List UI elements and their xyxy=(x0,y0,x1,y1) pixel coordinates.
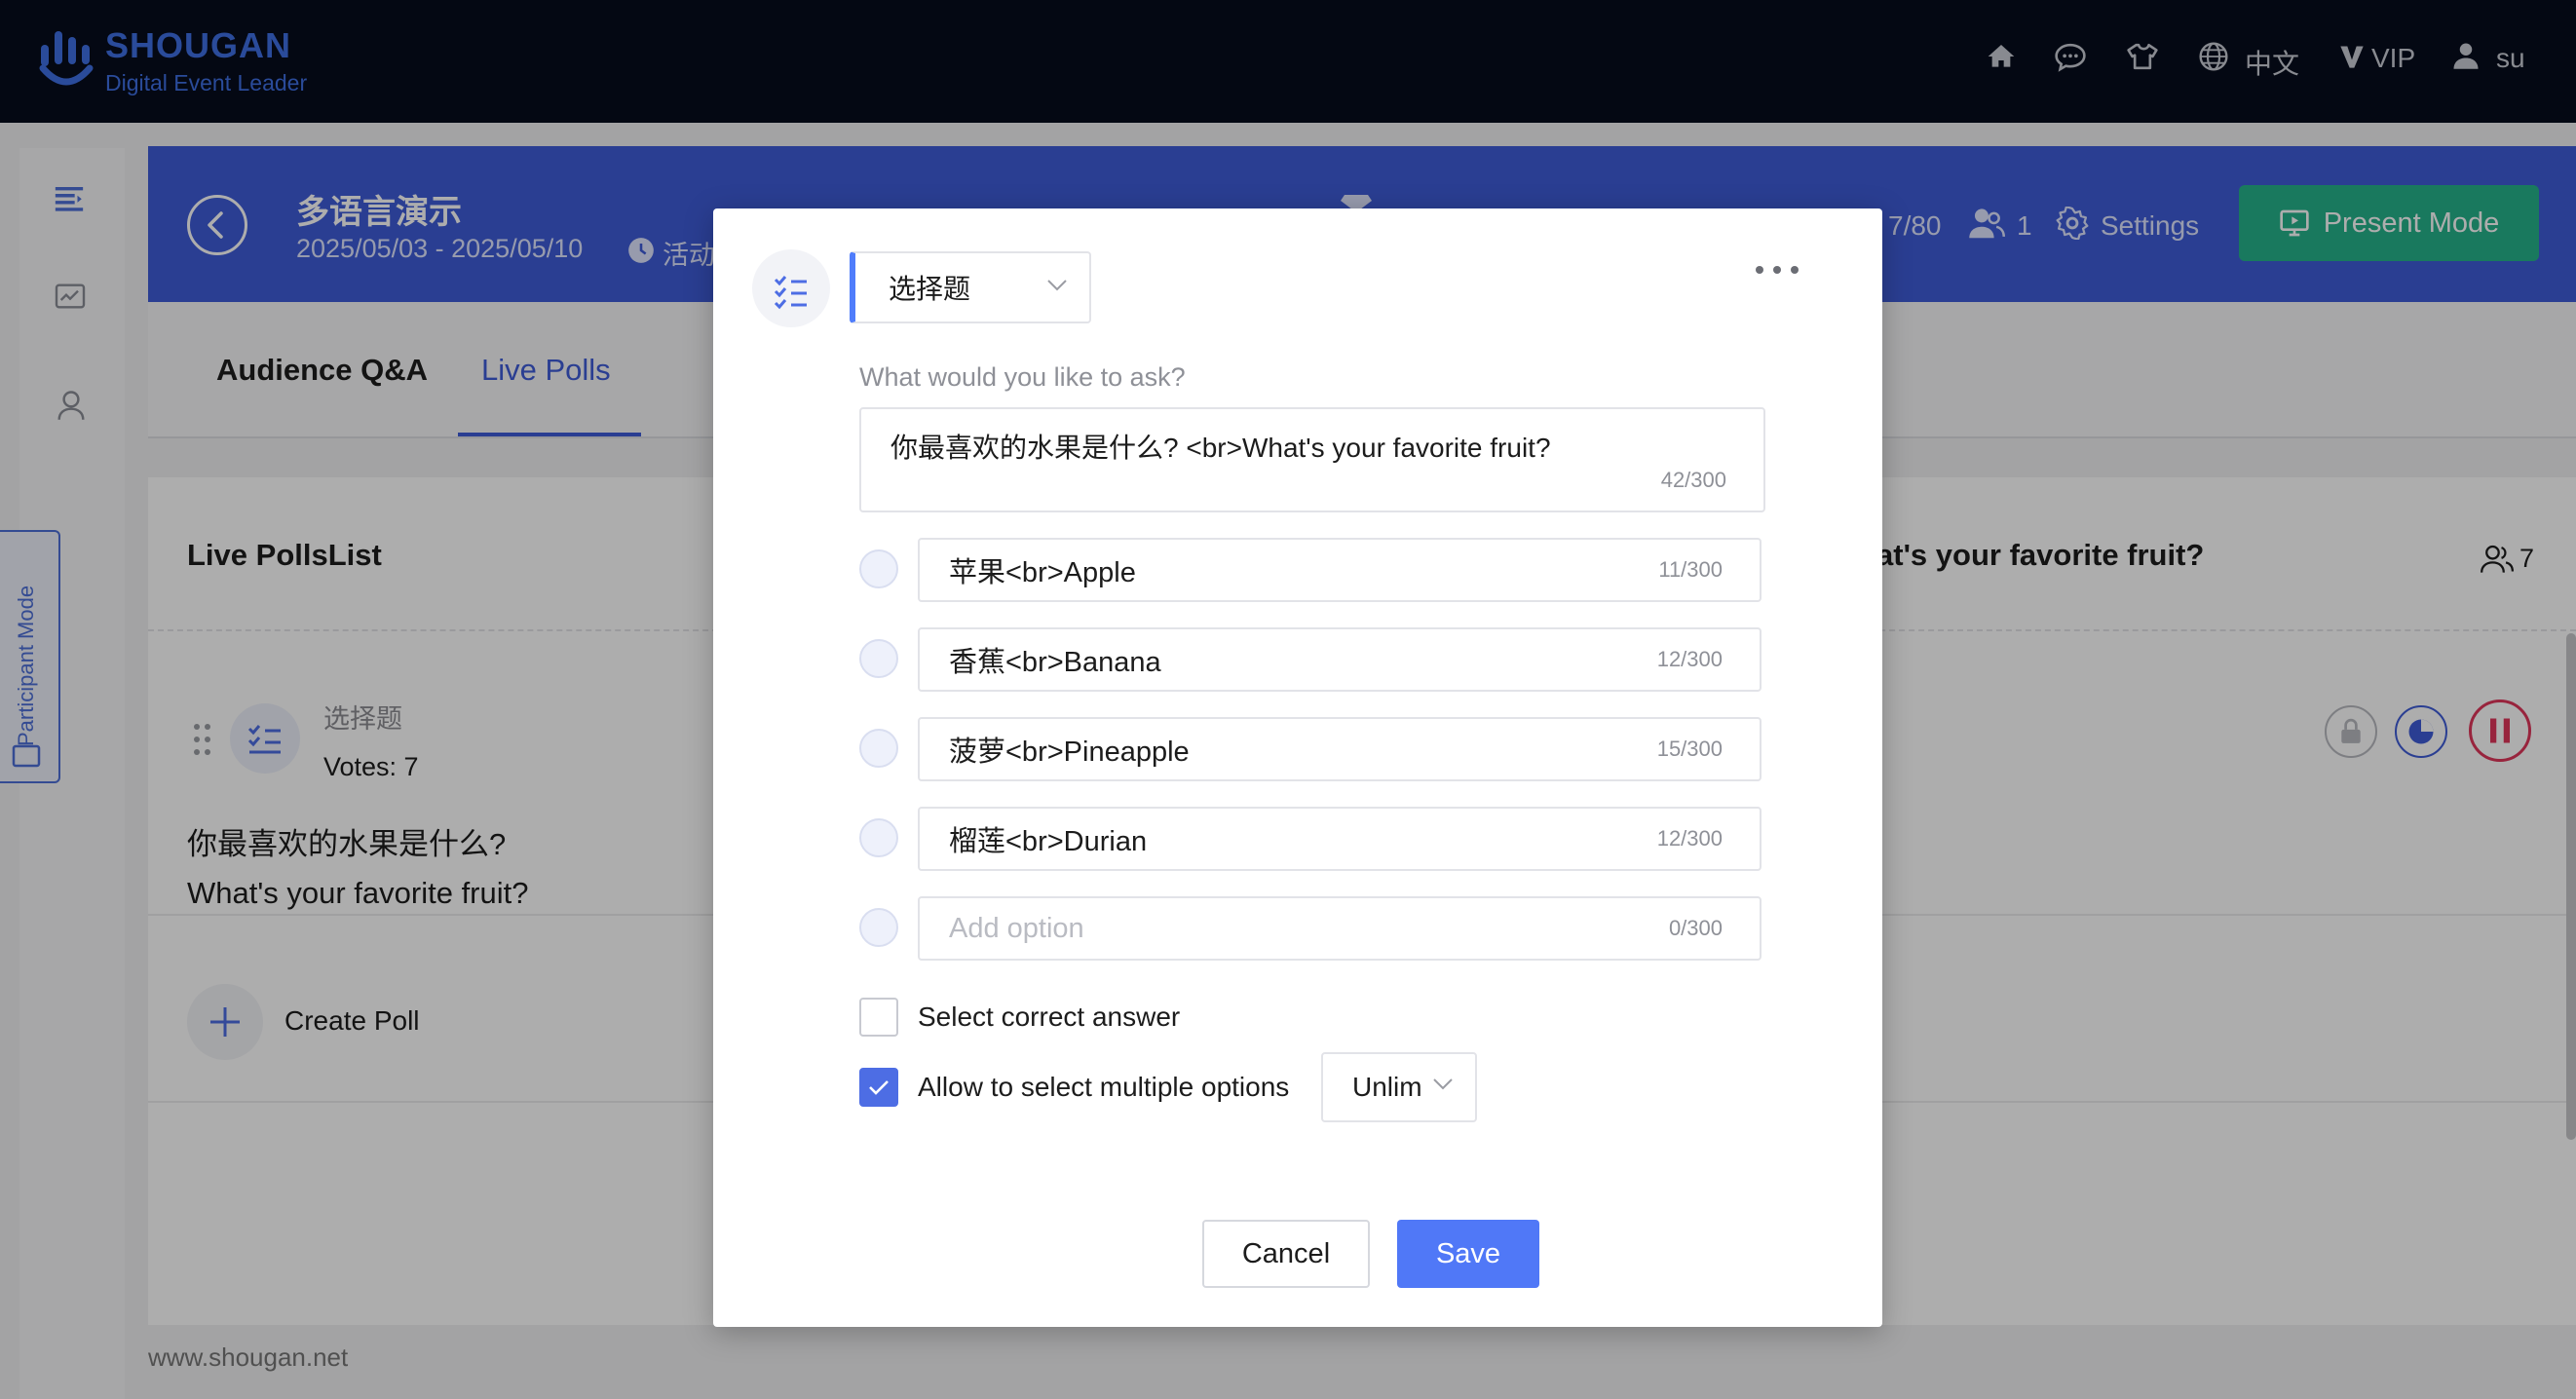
correct-answer-label[interactable]: Select correct answer xyxy=(918,1002,1180,1033)
question-char-count: 42/300 xyxy=(1660,468,1726,492)
option-radio-2[interactable] xyxy=(859,639,898,678)
option-input-1[interactable]: 苹果<br>Apple 11/300 xyxy=(918,538,1762,602)
option-char-count: 12/300 xyxy=(1656,647,1723,671)
option-radio-new[interactable] xyxy=(859,908,898,947)
option-char-count: 11/300 xyxy=(1658,557,1723,582)
option-value: 苹果<br>Apple xyxy=(949,557,1136,588)
chevron-down-icon xyxy=(1432,1078,1454,1091)
question-value: 你最喜欢的水果是什么? <br>What's your favorite fru… xyxy=(890,433,1551,463)
chevron-down-icon xyxy=(1046,279,1068,292)
option-input-4[interactable]: 榴莲<br>Durian 12/300 xyxy=(918,807,1762,871)
option-input-3[interactable]: 菠萝<br>Pineapple 15/300 xyxy=(918,717,1762,781)
question-label: What would you like to ask? xyxy=(859,362,1186,392)
option-char-count: 15/300 xyxy=(1656,737,1723,761)
option-value: 香蕉<br>Banana xyxy=(949,647,1161,678)
correct-answer-checkbox[interactable] xyxy=(859,998,898,1037)
selection-limit-value: Unlim xyxy=(1352,1072,1422,1102)
add-option-input[interactable]: Add option 0/300 xyxy=(918,896,1762,961)
cancel-button[interactable]: Cancel xyxy=(1202,1220,1370,1288)
check-icon xyxy=(869,1080,889,1095)
option-char-count: 0/300 xyxy=(1668,916,1723,940)
option-char-count: 12/300 xyxy=(1656,826,1723,851)
option-value: 榴莲<br>Durian xyxy=(949,826,1148,857)
option-radio-4[interactable] xyxy=(859,818,898,857)
poll-type-select[interactable]: 选择题 xyxy=(850,251,1091,323)
option-radio-1[interactable] xyxy=(859,549,898,588)
checklist-icon xyxy=(774,276,807,310)
multiple-options-label[interactable]: Allow to select multiple options xyxy=(918,1072,1289,1103)
poll-type-selected: 选择题 xyxy=(889,274,971,304)
multiple-options-checkbox[interactable] xyxy=(859,1068,898,1107)
add-option-placeholder: Add option xyxy=(949,912,1084,944)
save-button[interactable]: Save xyxy=(1397,1220,1539,1288)
question-input[interactable]: 你最喜欢的水果是什么? <br>What's your favorite fru… xyxy=(859,407,1765,512)
option-radio-3[interactable] xyxy=(859,729,898,768)
option-input-2[interactable]: 香蕉<br>Banana 12/300 xyxy=(918,627,1762,692)
selection-limit-select[interactable]: Unlim xyxy=(1321,1052,1477,1122)
option-value: 菠萝<br>Pineapple xyxy=(949,737,1190,768)
more-options-icon[interactable] xyxy=(1754,263,1800,277)
modal-poll-type-icon xyxy=(752,249,830,327)
